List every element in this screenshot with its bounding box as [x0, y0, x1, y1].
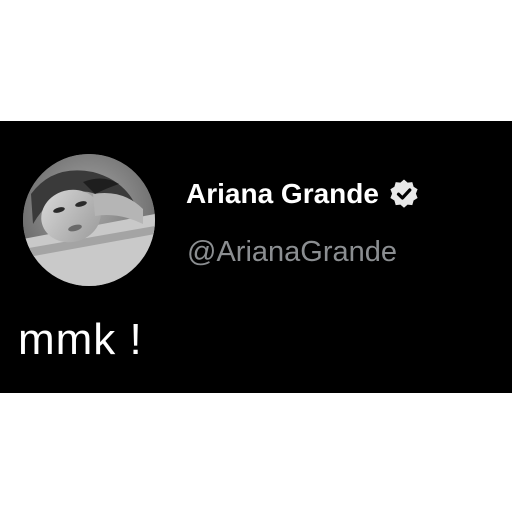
author-display-name[interactable]: Ariana Grande: [186, 178, 379, 210]
author-row: Ariana Grande: [186, 174, 420, 214]
tweet-card: Ariana Grande @ArianaGrande mmk !: [0, 121, 512, 393]
tweet-text: mmk !: [18, 315, 143, 364]
verified-badge-icon: [388, 178, 420, 210]
author-handle[interactable]: @ArianaGrande: [187, 236, 397, 269]
page: Ariana Grande @ArianaGrande mmk !: [0, 0, 512, 512]
profile-photo-icon: [23, 154, 155, 286]
avatar[interactable]: [23, 154, 155, 286]
